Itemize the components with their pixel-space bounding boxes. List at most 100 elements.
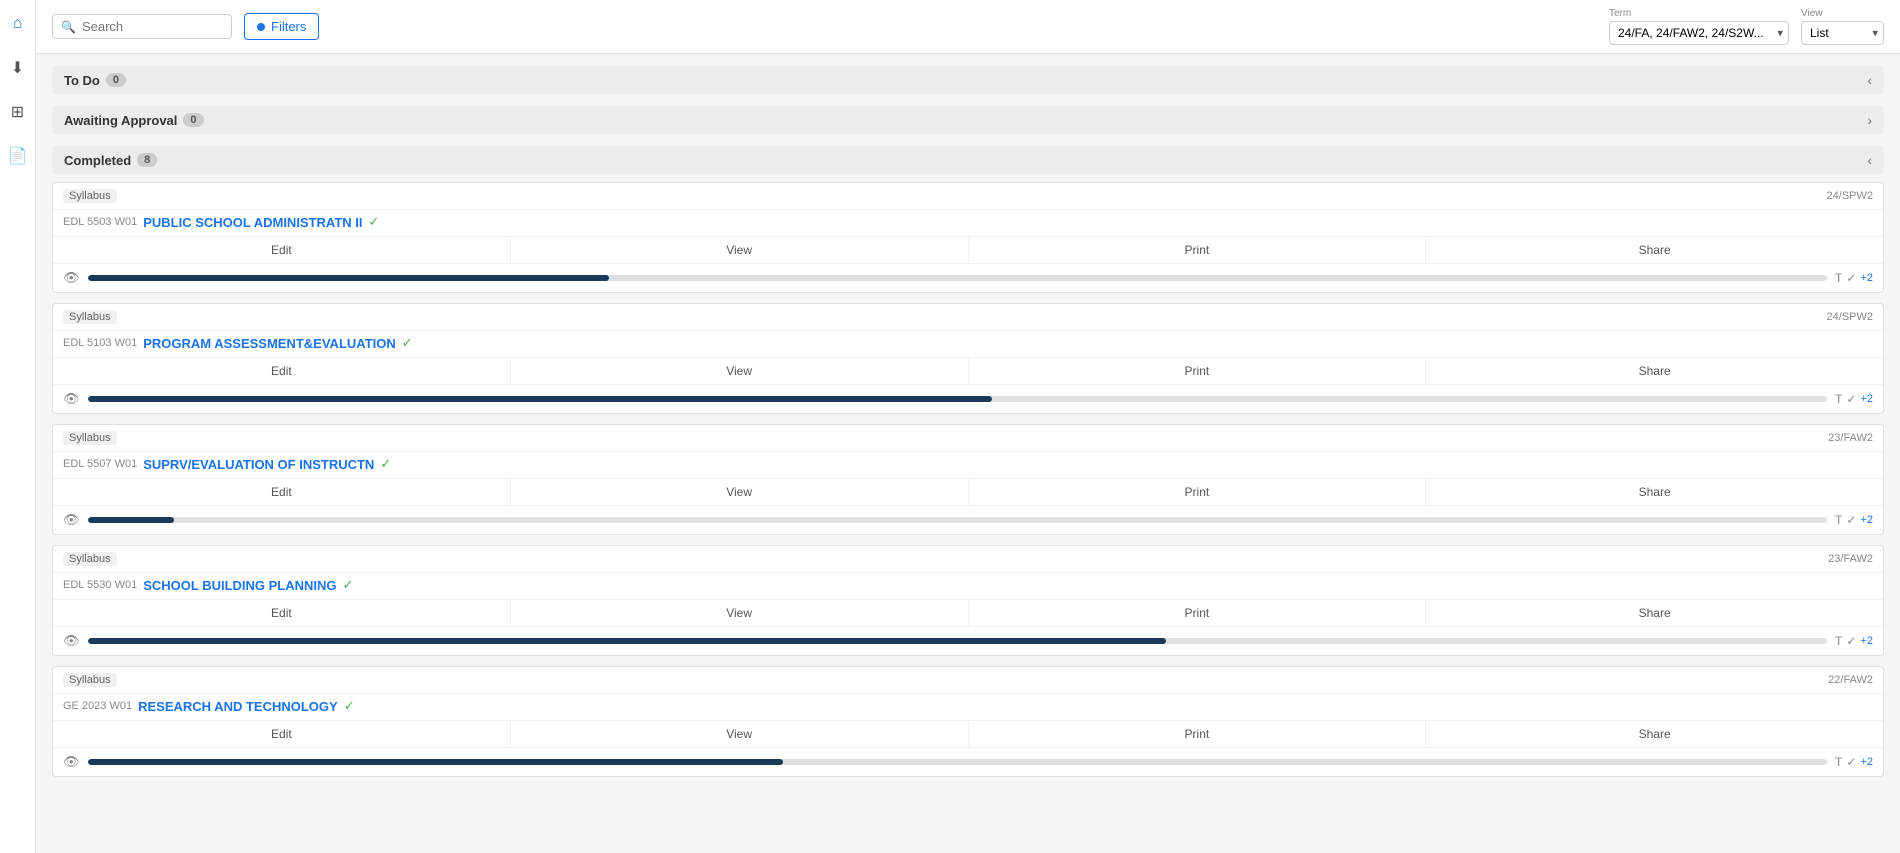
eye-icon[interactable]: 👁 [63, 754, 80, 770]
progress-row: 👁 T ✓ +2 [53, 626, 1883, 655]
view-select-wrapper: List Grid Calendar [1801, 21, 1884, 45]
check-action-icon[interactable]: ✓ [1846, 392, 1856, 406]
todo-title: To Do 0 [64, 73, 126, 88]
card-tag: Syllabus [63, 310, 117, 324]
view-button[interactable]: View [511, 600, 969, 626]
course-code: EDL 5507 W01 [63, 458, 137, 470]
todo-count: 0 [106, 73, 126, 87]
view-button[interactable]: View [511, 721, 969, 747]
card-term: 24/SPW2 [1827, 311, 1873, 323]
progress-actions: T ✓ +2 [1835, 392, 1873, 406]
card-tag: Syllabus [63, 189, 117, 203]
progress-fill [88, 396, 993, 402]
completed-header[interactable]: Completed 8 ‹ [52, 146, 1884, 174]
course-code: GE 2023 W01 [63, 700, 132, 712]
progress-bar [88, 759, 1828, 765]
eye-icon[interactable]: 👁 [63, 270, 80, 286]
print-button[interactable]: Print [969, 237, 1427, 263]
print-button[interactable]: Print [969, 479, 1427, 505]
share-button[interactable]: Share [1426, 721, 1883, 747]
awaiting-chevron: › [1867, 112, 1872, 128]
term-select-wrapper: 24/FA, 24/FAW2, 24/S2W... [1609, 21, 1789, 45]
verified-icon: ✓ [343, 577, 354, 593]
text-icon[interactable]: T [1835, 634, 1842, 648]
eye-icon[interactable]: 👁 [63, 512, 80, 528]
search-icon: 🔍 [61, 20, 76, 34]
view-button[interactable]: View [511, 358, 969, 384]
action-row: Edit View Print Share [53, 599, 1883, 626]
print-button[interactable]: Print [969, 721, 1427, 747]
awaiting-title: Awaiting Approval 0 [64, 113, 204, 128]
more-button[interactable]: +2 [1860, 635, 1873, 647]
view-button[interactable]: View [511, 237, 969, 263]
share-button[interactable]: Share [1426, 479, 1883, 505]
eye-icon[interactable]: 👁 [63, 391, 80, 407]
home-icon[interactable]: ⌂ [4, 10, 32, 38]
grid-icon[interactable]: ⊞ [4, 98, 32, 126]
text-icon[interactable]: T [1835, 271, 1842, 285]
text-icon[interactable]: T [1835, 392, 1842, 406]
term-selector-group: Term 24/FA, 24/FAW2, 24/S2W... [1609, 8, 1789, 45]
progress-actions: T ✓ +2 [1835, 513, 1873, 527]
edit-button[interactable]: Edit [53, 358, 511, 384]
course-code: EDL 5503 W01 [63, 216, 137, 228]
search-input[interactable] [82, 19, 223, 34]
syllabus-card: Syllabus 23/FAW2 EDL 5530 W01 SCHOOL BUI… [52, 545, 1884, 656]
document-icon[interactable]: 📄 [4, 142, 32, 170]
progress-row: 👁 T ✓ +2 [53, 747, 1883, 776]
edit-button[interactable]: Edit [53, 721, 511, 747]
card-title-row: EDL 5507 W01 SUPRV/EVALUATION OF INSTRUC… [53, 452, 1883, 478]
action-row: Edit View Print Share [53, 236, 1883, 263]
card-header: Syllabus 23/FAW2 [53, 425, 1883, 452]
edit-button[interactable]: Edit [53, 479, 511, 505]
todo-chevron: ‹ [1867, 72, 1872, 88]
completed-count: 8 [137, 153, 157, 167]
card-term: 23/FAW2 [1828, 553, 1873, 565]
filters-button[interactable]: Filters [244, 13, 319, 40]
progress-bar [88, 517, 1828, 523]
text-icon[interactable]: T [1835, 755, 1842, 769]
more-button[interactable]: +2 [1860, 272, 1873, 284]
progress-row: 👁 T ✓ +2 [53, 384, 1883, 413]
edit-button[interactable]: Edit [53, 237, 511, 263]
edit-button[interactable]: Edit [53, 600, 511, 626]
text-icon[interactable]: T [1835, 513, 1842, 527]
filters-label: Filters [271, 19, 306, 34]
card-title-row: EDL 5530 W01 SCHOOL BUILDING PLANNING ✓ [53, 573, 1883, 599]
check-action-icon[interactable]: ✓ [1846, 513, 1856, 527]
syllabus-card: Syllabus 22/FAW2 GE 2023 W01 RESEARCH AN… [52, 666, 1884, 777]
more-button[interactable]: +2 [1860, 514, 1873, 526]
check-action-icon[interactable]: ✓ [1846, 755, 1856, 769]
card-term: 24/SPW2 [1827, 190, 1873, 202]
check-action-icon[interactable]: ✓ [1846, 271, 1856, 285]
awaiting-header[interactable]: Awaiting Approval 0 › [52, 106, 1884, 134]
more-button[interactable]: +2 [1860, 393, 1873, 405]
syllabus-card: Syllabus 23/FAW2 EDL 5507 W01 SUPRV/EVAL… [52, 424, 1884, 535]
completed-section: Completed 8 ‹ Syllabus 24/SPW2 EDL 5503 … [52, 146, 1884, 777]
main-content: 🔍 Filters Term 24/FA, 24/FAW2, 24/S2W...… [36, 0, 1900, 853]
download-icon[interactable]: ⬇ [4, 54, 32, 82]
share-button[interactable]: Share [1426, 237, 1883, 263]
progress-fill [88, 517, 175, 523]
more-button[interactable]: +2 [1860, 756, 1873, 768]
progress-bar [88, 275, 1828, 281]
completed-title: Completed 8 [64, 153, 157, 168]
todo-section: To Do 0 ‹ [52, 66, 1884, 94]
syllabus-card: Syllabus 24/SPW2 EDL 5503 W01 PUBLIC SCH… [52, 182, 1884, 293]
print-button[interactable]: Print [969, 600, 1427, 626]
share-button[interactable]: Share [1426, 600, 1883, 626]
card-term: 23/FAW2 [1828, 432, 1873, 444]
action-row: Edit View Print Share [53, 478, 1883, 505]
card-header: Syllabus 24/SPW2 [53, 183, 1883, 210]
view-button[interactable]: View [511, 479, 969, 505]
todo-header[interactable]: To Do 0 ‹ [52, 66, 1884, 94]
term-label: Term [1609, 8, 1789, 19]
print-button[interactable]: Print [969, 358, 1427, 384]
progress-fill [88, 759, 784, 765]
check-action-icon[interactable]: ✓ [1846, 634, 1856, 648]
view-select[interactable]: List Grid Calendar [1801, 21, 1884, 45]
term-select[interactable]: 24/FA, 24/FAW2, 24/S2W... [1609, 21, 1789, 45]
card-term: 22/FAW2 [1828, 674, 1873, 686]
eye-icon[interactable]: 👁 [63, 633, 80, 649]
share-button[interactable]: Share [1426, 358, 1883, 384]
